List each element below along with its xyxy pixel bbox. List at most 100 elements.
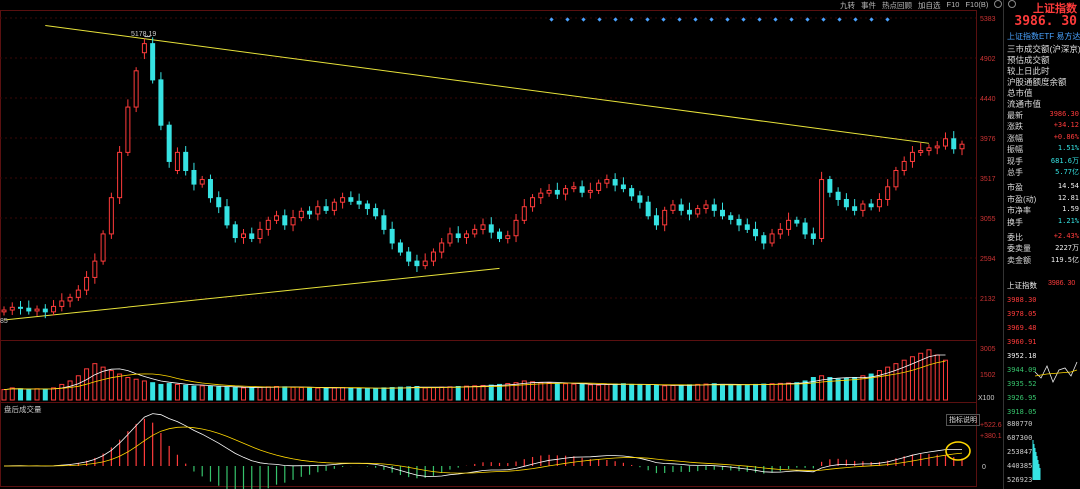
volume-bar [26,389,32,401]
event-marker-icon [821,17,826,22]
candle-body [761,235,767,244]
stat-label: 最新 [1007,111,1023,120]
stat-label: 现手 [1007,156,1023,166]
toolbar-event[interactable]: 事件 [861,0,876,10]
candle-body [257,228,263,239]
candle-body [249,233,255,239]
volume-bar [364,388,370,401]
toolbar-f10b[interactable]: F10(B) [965,0,988,10]
volume-bar [678,384,684,401]
top-toolbar: 九转 事件 热点回顾 加自选 F10 F10(B) [840,0,1017,10]
candle-body [513,219,519,237]
volume-bar [852,377,858,401]
volume-bar [381,387,387,401]
volume-bar [670,384,676,401]
volume-bar [720,383,725,401]
volume-bar [18,388,24,401]
candle-body [18,306,24,309]
stat-row: 涨幅 +0.86% [1007,133,1079,144]
toolbar-hot-review[interactable]: 热点回顾 [882,0,912,10]
candle-body [207,179,213,199]
candle-body [802,222,808,235]
macd-dea-line [4,426,963,474]
stat-label: 市净率 [1007,206,1031,216]
stat-value: +34.12 [1053,121,1079,130]
candle-body [835,191,841,200]
volume-bar [761,383,767,401]
volume-bar [736,384,742,401]
stat-value: 2227万 [1055,244,1079,253]
volume-bar [430,387,436,401]
volume-tick: X100 [978,395,995,402]
volume-bar [843,377,849,401]
candle-body [777,228,783,235]
mini-intraday-chart[interactable] [1003,290,1080,480]
candle-body [728,215,734,220]
volume-bar [9,387,15,401]
candle-body [885,186,891,200]
stat-label: 卖金额 [1007,255,1031,265]
candle-body [579,186,585,193]
volume-bar [290,386,296,401]
chart-stage: 九转 事件 热点回顾 加自选 F10 F10(B) 5178.19 85 538… [0,0,1080,489]
candle-body [942,138,948,147]
volume-bar [340,387,346,401]
candle-body [348,197,354,202]
zoom-in-icon[interactable] [994,0,1003,8]
kline-chart[interactable] [0,0,1003,489]
index-price: 3986. 30 [1014,14,1077,29]
etf-tab[interactable]: 上证指数ETF 易方达 [1007,31,1080,42]
volume-bar [166,383,172,401]
volume-bar [158,383,164,401]
stat-value: 119.5亿 [1050,255,1079,264]
candle-body [497,231,503,239]
volume-bar [538,382,544,401]
candle-body [414,260,420,267]
candle-body [397,242,403,253]
candle-body [637,195,643,203]
stat-label: 换手 [1007,217,1023,227]
stat-value: 3986.30 [1049,110,1079,118]
candle-body [645,201,651,217]
volume-bar [711,383,717,401]
candle-body [274,215,280,221]
candle-body [199,179,205,185]
stat-row: 总手 5.77亿 [1007,167,1079,178]
volume-bar [389,387,395,401]
candle-body [521,206,527,221]
indicator-help-button[interactable]: 指标说明 [946,414,980,426]
candle-body [150,43,156,81]
candle-body [563,188,569,195]
stat-row: 市盈 14.54 [1007,182,1079,193]
candle-body [51,305,57,313]
sidebar-menu-item[interactable]: 流通市值 [1007,98,1041,110]
candle-body [711,204,717,211]
volume-bar [744,384,750,401]
stat-value: +0.86% [1053,132,1079,141]
volume-bar [860,375,866,401]
toolbar-jiuzhuan[interactable]: 九转 [840,0,855,10]
candle-body [100,233,106,262]
volume-bar [108,370,114,401]
candle-body [554,189,560,195]
candle-body [744,224,750,230]
volume-bar [199,385,205,401]
volume-bar [835,378,841,401]
candle-body [331,201,337,211]
volume-bar [777,382,783,401]
toolbar-add-favorite[interactable]: 加自选 [918,0,941,10]
volume-tick: 1502 [980,372,996,379]
toolbar-f10[interactable]: F10 [947,0,960,10]
volume-bar [216,386,222,401]
volume-bar [249,387,255,401]
stat-label: 市盈 [1007,183,1023,193]
indicator-tick: +522.6 [980,422,1002,429]
stat-row: 最新 3986.30 [1007,110,1079,121]
volume-bar [662,385,668,401]
volume-bar [282,386,288,401]
volume-bar [75,375,81,401]
candle-body [108,197,114,235]
indicator-tick: 0 [982,464,986,471]
price-tick: 2132 [980,296,996,303]
candle-body [736,218,742,226]
